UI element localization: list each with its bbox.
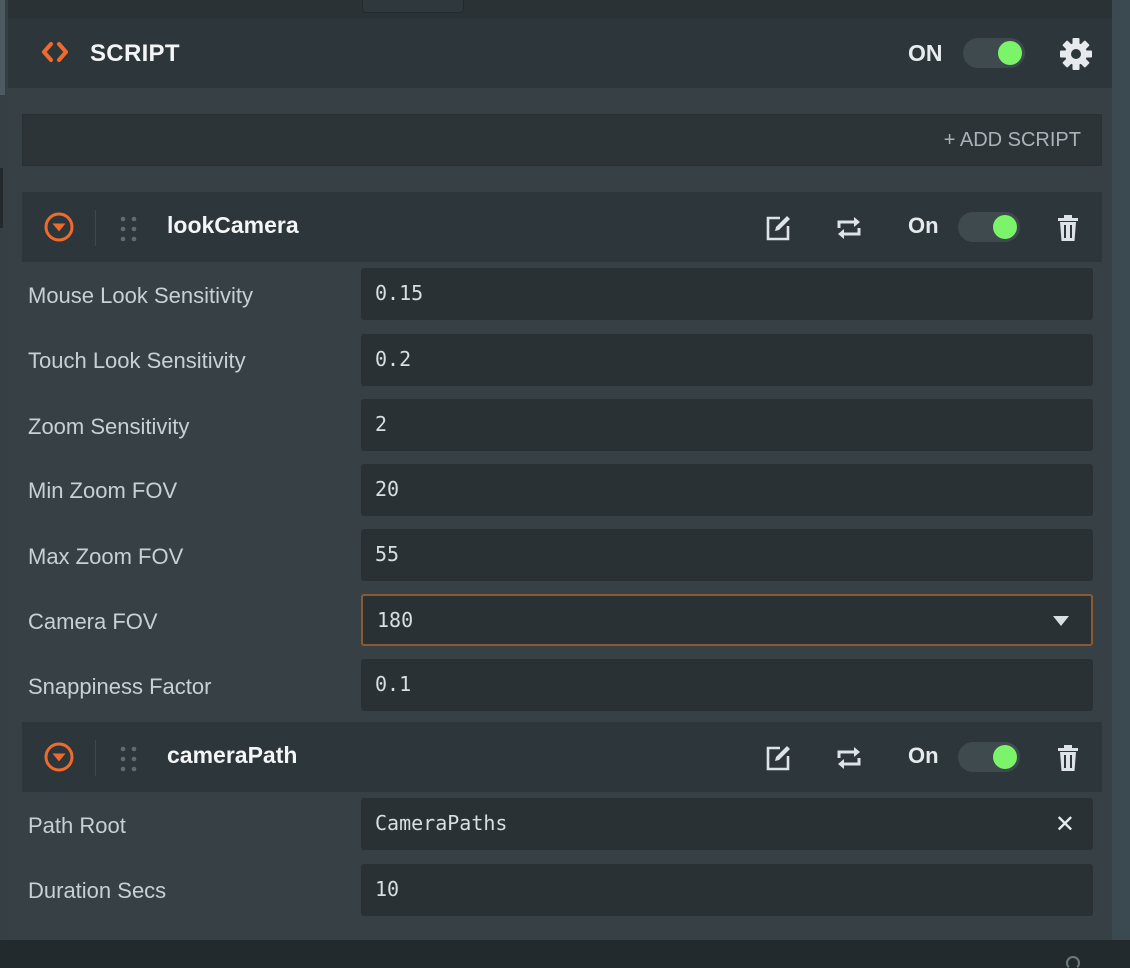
inspector-root: SCRIPT ON + ADD SCRIPT lookCamera On Mou… [0, 0, 1130, 968]
top-tab-handle[interactable] [362, 0, 464, 13]
add-script-button[interactable]: + ADD SCRIPT [944, 129, 1081, 152]
path-root-entity-picker[interactable]: CameraPaths ✕ [361, 798, 1093, 850]
max-zoom-fov-input[interactable]: 55 [361, 529, 1093, 581]
mouse-look-sensitivity-input[interactable]: 0.15 [361, 268, 1093, 320]
zoom-sensitivity-input[interactable]: 2 [361, 399, 1093, 451]
attribute-label: Snappiness Factor [28, 674, 212, 699]
collapse-arrow-icon[interactable] [42, 740, 76, 774]
camera-fov-select[interactable]: 180 [361, 594, 1093, 646]
add-script-bar: + ADD SCRIPT [22, 114, 1102, 166]
panel-enabled-label: ON [908, 40, 943, 66]
drag-handle-icon[interactable] [118, 214, 140, 244]
field-value: 180 [377, 608, 414, 632]
collapse-arrow-icon[interactable] [42, 210, 76, 244]
attribute-label: Camera FOV [28, 609, 158, 634]
script-header-camerapath[interactable]: cameraPath On [22, 722, 1102, 792]
field-value: 20 [375, 477, 400, 501]
clear-icon[interactable]: ✕ [1055, 810, 1075, 839]
script-enabled-label: On [908, 213, 939, 238]
trash-icon[interactable] [1052, 212, 1084, 244]
toggle-knob [993, 745, 1017, 769]
script-enabled-toggle[interactable] [958, 212, 1020, 242]
chevron-down-icon[interactable] [1053, 616, 1069, 626]
snappiness-factor-input[interactable]: 0.1 [361, 659, 1093, 711]
edit-icon[interactable] [762, 742, 794, 774]
header-separator [95, 210, 96, 246]
field-value: 2 [375, 412, 388, 436]
duration-secs-input[interactable]: 10 [361, 864, 1093, 916]
trash-icon[interactable] [1052, 742, 1084, 774]
script-component-panel: SCRIPT ON + ADD SCRIPT lookCamera On Mou… [8, 18, 1112, 940]
attribute-label: Max Zoom FOV [28, 544, 184, 569]
loading-indicator-icon [1066, 956, 1080, 968]
field-value: CameraPaths [375, 811, 508, 835]
field-value: 55 [375, 542, 400, 566]
panel-enabled-toggle[interactable] [963, 38, 1025, 68]
code-brackets-icon [42, 42, 68, 62]
edit-icon[interactable] [762, 212, 794, 244]
header-separator [95, 740, 96, 776]
attribute-label: Duration Secs [28, 878, 167, 903]
attribute-label: Touch Look Sensitivity [28, 348, 246, 373]
reload-icon[interactable] [833, 212, 865, 244]
field-value: 0.2 [375, 347, 412, 371]
attribute-label: Path Root [28, 813, 126, 838]
status-bar [0, 940, 1130, 968]
toggle-knob [998, 41, 1022, 65]
reload-icon[interactable] [833, 742, 865, 774]
script-name: lookCamera [167, 212, 299, 238]
left-panel-edge [0, 0, 8, 940]
script-enabled-toggle[interactable] [958, 742, 1020, 772]
script-enabled-label: On [908, 743, 939, 768]
touch-look-sensitivity-input[interactable]: 0.2 [361, 334, 1093, 386]
left-scroll-thumb[interactable] [0, 0, 5, 95]
panel-header: SCRIPT ON [8, 18, 1112, 88]
field-value: 10 [375, 877, 400, 901]
field-value: 0.1 [375, 672, 412, 696]
toggle-knob [993, 215, 1017, 239]
script-name: cameraPath [167, 742, 298, 768]
gear-icon[interactable] [1059, 37, 1093, 71]
field-value: 0.15 [375, 281, 424, 305]
left-edge-divider [0, 168, 3, 228]
attribute-label: Min Zoom FOV [28, 478, 178, 503]
script-header-lookcamera[interactable]: lookCamera On [22, 192, 1102, 262]
panel-scrollbar[interactable] [1112, 0, 1130, 940]
attribute-label: Zoom Sensitivity [28, 414, 190, 439]
panel-title: SCRIPT [90, 40, 180, 67]
drag-handle-icon[interactable] [118, 744, 140, 774]
attribute-label: Mouse Look Sensitivity [28, 283, 253, 308]
min-zoom-fov-input[interactable]: 20 [361, 464, 1093, 516]
